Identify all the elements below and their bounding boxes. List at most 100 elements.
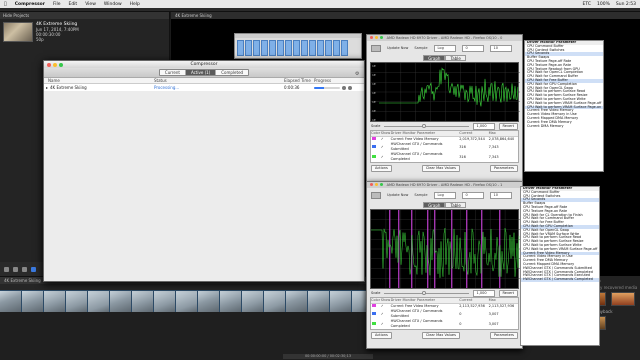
legend-col-show[interactable]: Show	[381, 298, 391, 303]
clip-frame[interactable]	[286, 291, 308, 312]
tab-active[interactable]: Active (1)	[185, 70, 217, 75]
revert-button[interactable]: Revert	[498, 122, 518, 130]
stop-icon[interactable]	[348, 85, 352, 90]
series-color-swatch[interactable]	[372, 154, 376, 158]
event-item[interactable]: 4K Extreme Skiing Jun 17, 2014, 7:40PM 0…	[0, 19, 169, 45]
clip-frame[interactable]	[110, 291, 132, 312]
menu-file[interactable]: File	[53, 2, 61, 7]
legend-col-param[interactable]: Driver Monitor Parameter	[391, 131, 460, 136]
update-now-icon[interactable]	[371, 191, 381, 199]
clip-frame[interactable]	[0, 291, 22, 312]
series-color-swatch[interactable]	[372, 144, 376, 148]
thumbnail-tile[interactable]	[285, 40, 292, 56]
clear-max-button[interactable]: Clear Max Values	[421, 332, 460, 339]
battery-status[interactable]: 100%	[597, 2, 610, 7]
hide-projects-button[interactable]: Hide Projects	[3, 13, 29, 18]
legend-row[interactable]: ✓ HWChannel GTX / Commands Completed 316 7,…	[371, 152, 518, 162]
col-elapsed[interactable]: Elapsed Time	[284, 78, 314, 83]
clip-frame[interactable]	[88, 291, 110, 312]
value-b-field[interactable]: 10	[489, 191, 512, 199]
thumbnail-tile[interactable]	[269, 40, 276, 56]
legend-col-show[interactable]: Show	[381, 131, 391, 136]
legend-row[interactable]: ✓ HWChannel GTX / Commands Completed 0 3,00…	[371, 319, 518, 329]
actions-button[interactable]: Actions	[371, 165, 392, 172]
checkbox-icon[interactable]: ✓	[381, 304, 391, 309]
parameters-button[interactable]: Parameters	[489, 332, 518, 339]
parameter-list-top[interactable]: Driver Monitor Parameter CPU Command Buff…	[524, 40, 604, 172]
menu-view[interactable]: View	[85, 2, 96, 7]
scale-value-field[interactable]: 1,000	[472, 122, 495, 130]
monitor-titlebar[interactable]: AMD Radeon HD 6970 Driver - AMD Radeon H…	[367, 182, 522, 188]
menu-app-name[interactable]: Compressor	[15, 2, 45, 7]
legend-col-color[interactable]: Color	[371, 298, 381, 303]
clip-frame[interactable]	[44, 291, 66, 312]
monitor-graph[interactable]: 1E 1E 1E 1E 1E 1E 1E	[370, 62, 520, 122]
legend-col-max[interactable]: Max	[489, 131, 518, 136]
thumbnail-tile[interactable]	[325, 40, 332, 56]
series-color-swatch[interactable]	[372, 137, 376, 140]
tab-completed[interactable]: Completed	[216, 70, 248, 75]
thumbnail-tile[interactable]	[277, 40, 284, 56]
clip-frame[interactable]	[220, 291, 242, 312]
clip-frame[interactable]	[154, 291, 176, 312]
checkbox-icon[interactable]: ✓	[381, 137, 391, 142]
clip-frame[interactable]	[198, 291, 220, 312]
thumbnail-tile[interactable]	[261, 40, 268, 56]
minimize-icon[interactable]	[375, 36, 378, 39]
zoom-icon[interactable]	[380, 36, 383, 39]
series-color-swatch[interactable]	[372, 321, 376, 325]
menu-help[interactable]: Help	[130, 2, 140, 7]
clip-frame[interactable]	[330, 291, 352, 312]
close-icon[interactable]	[370, 183, 373, 186]
monitor-titlebar[interactable]: AMD Radeon HD 6970 Driver - AMD Radeon H…	[367, 35, 522, 41]
thumbnail-tile[interactable]	[333, 40, 340, 56]
checkbox-icon[interactable]: ✓	[381, 145, 391, 150]
legend-row[interactable]: ✓ HWChannel GTX / Commands Submitted 316 7,…	[371, 142, 518, 152]
scale-select[interactable]: Log	[433, 44, 456, 52]
parameter-list-item[interactable]: Current DMA Memory	[525, 124, 603, 129]
thumbnail-tile[interactable]	[253, 40, 260, 56]
apple-icon[interactable]: 	[4, 2, 7, 7]
clip-frame[interactable]	[176, 291, 198, 312]
revert-button[interactable]: Revert	[498, 289, 518, 297]
clip-frame[interactable]	[264, 291, 286, 312]
zoom-icon[interactable]	[59, 62, 63, 67]
menu-edit[interactable]: Edit	[68, 2, 77, 7]
clear-max-button[interactable]: Clear Max Values	[421, 165, 460, 172]
tool-icon[interactable]	[31, 266, 36, 272]
tab-graph[interactable]: Graph	[423, 202, 446, 208]
compressor-titlebar[interactable]: Compressor	[44, 61, 364, 68]
parameter-list-bottom[interactable]: Driver Monitor Parameter CPU Command Buff…	[520, 186, 600, 346]
zoom-icon[interactable]	[380, 183, 383, 186]
checkbox-icon[interactable]: ✓	[381, 322, 391, 327]
thumbnail-tile[interactable]	[245, 40, 252, 56]
close-icon[interactable]	[47, 62, 51, 67]
thumbnail-tile[interactable]	[317, 40, 324, 56]
menu-window[interactable]: Window	[104, 2, 122, 7]
thumbnail-tile[interactable]	[309, 40, 316, 56]
clip-frame[interactable]	[132, 291, 154, 312]
checkbox-icon[interactable]: ✓	[381, 312, 391, 317]
value-a-field[interactable]: 0	[461, 44, 484, 52]
actions-button[interactable]: Actions	[371, 332, 392, 339]
thumbnail-tile[interactable]	[237, 40, 244, 56]
legend-col-current[interactable]: Current	[459, 298, 488, 303]
series-color-swatch[interactable]	[372, 304, 376, 307]
clip-frame[interactable]	[308, 291, 330, 312]
thumbnail-tile[interactable]	[341, 40, 348, 56]
scale-select[interactable]: Log	[433, 191, 456, 199]
thumbnail-tile[interactable]	[301, 40, 308, 56]
legend-col-max[interactable]: Max	[489, 298, 518, 303]
scale-value-field[interactable]: 1,000	[472, 289, 495, 297]
tab-current[interactable]: Current	[160, 70, 186, 75]
event-thumbnail[interactable]	[3, 22, 33, 42]
close-icon[interactable]	[370, 36, 373, 39]
parameters-button[interactable]: Parameters	[489, 165, 518, 172]
clip-frame[interactable]	[66, 291, 88, 312]
tool-icon[interactable]	[22, 266, 27, 272]
thumbnail-tile[interactable]	[293, 40, 300, 56]
minimize-icon[interactable]	[53, 62, 57, 67]
legend-col-param[interactable]: Driver Monitor Parameter	[391, 298, 460, 303]
legend-col-current[interactable]: Current	[459, 131, 488, 136]
tab-table[interactable]: Table	[445, 55, 466, 61]
